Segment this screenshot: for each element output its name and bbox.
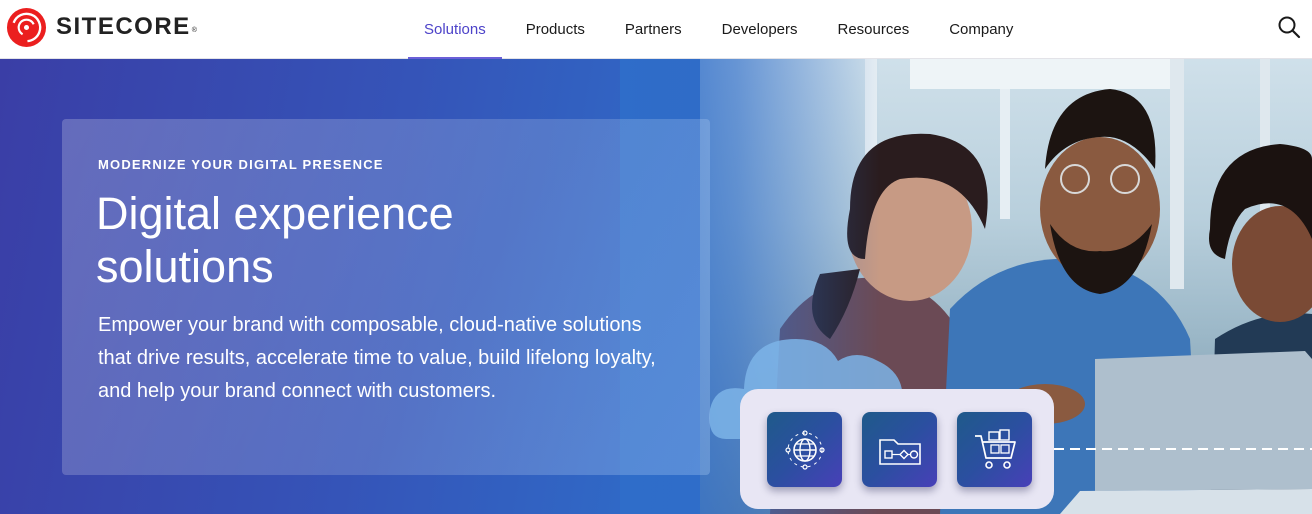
hero-banner: MODERNIZE YOUR DIGITAL PRESENCE Digital … bbox=[0, 59, 1312, 514]
trademark-symbol: ® bbox=[191, 26, 197, 34]
nav-item-products[interactable]: Products bbox=[510, 0, 601, 59]
shopping-cart-icon bbox=[974, 428, 1016, 469]
main-nav: Solutions Products Partners Developers R… bbox=[408, 0, 1029, 60]
nav-item-solutions[interactable]: Solutions bbox=[408, 0, 502, 60]
brand-name: SITECORE bbox=[56, 13, 191, 40]
sitecore-logo[interactable]: SITECORE ® bbox=[6, 6, 197, 48]
sitecore-logo-icon bbox=[6, 7, 47, 47]
site-header: SITECORE ® Solutions Products Partners D… bbox=[0, 0, 1312, 60]
hero-headline: Digital experience solutions bbox=[96, 187, 616, 293]
globe-network-tile[interactable] bbox=[767, 412, 842, 487]
product-icon-tray bbox=[740, 389, 1054, 509]
folder-workflow-tile[interactable] bbox=[862, 412, 937, 487]
search-icon[interactable] bbox=[1276, 14, 1302, 40]
shopping-cart-tile[interactable] bbox=[957, 412, 1032, 487]
hero-eyebrow: MODERNIZE YOUR DIGITAL PRESENCE bbox=[98, 157, 384, 172]
hero-headline-line1: Digital experience bbox=[96, 188, 454, 239]
nav-item-company[interactable]: Company bbox=[933, 0, 1029, 59]
hero-headline-line2: solutions bbox=[96, 241, 274, 292]
globe-network-icon bbox=[784, 429, 825, 470]
folder-workflow-icon bbox=[878, 438, 921, 465]
dashed-connector bbox=[1054, 448, 1312, 450]
nav-item-developers[interactable]: Developers bbox=[706, 0, 814, 59]
hero-content-card: MODERNIZE YOUR DIGITAL PRESENCE Digital … bbox=[62, 119, 710, 475]
nav-item-partners[interactable]: Partners bbox=[609, 0, 698, 59]
nav-item-resources[interactable]: Resources bbox=[822, 0, 926, 59]
hero-description: Empower your brand with composable, clou… bbox=[98, 314, 656, 402]
